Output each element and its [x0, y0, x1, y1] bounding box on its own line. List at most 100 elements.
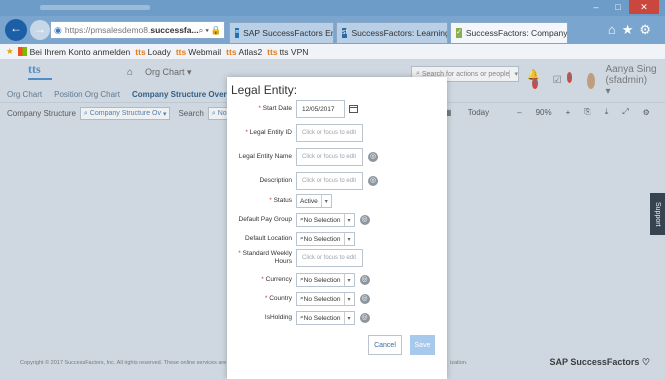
- chevron-down-icon: ▾: [347, 217, 351, 224]
- cancel-button[interactable]: Cancel: [368, 335, 402, 355]
- legal-entity-name-field[interactable]: Click or focus to edit: [296, 148, 363, 166]
- default-pay-group-select[interactable]: ⌕ No Selection ▾: [296, 213, 355, 227]
- row-standard-weekly-hours: * Standard Weekly Hours Click or focus t…: [227, 249, 363, 267]
- browser-toolbar: ← → ◉ https://pmsalesdemo8. successfa... …: [0, 16, 665, 44]
- chevron-down-icon: ▾: [347, 315, 351, 322]
- legal-entity-id-field[interactable]: Click or focus to edit: [296, 124, 363, 142]
- required-mark: *: [245, 129, 248, 136]
- favorites-star-icon[interactable]: ★: [6, 46, 14, 57]
- legal-entity-dialog: Legal Entity: * Start Date 12/05/2017 * …: [227, 77, 447, 379]
- back-button[interactable]: ←: [5, 19, 27, 41]
- value-text: No Selection: [303, 295, 341, 303]
- standard-weekly-hours-field[interactable]: Click or focus to edit: [296, 249, 363, 267]
- currency-label: * Currency: [227, 276, 296, 284]
- close-window-button[interactable]: ✕: [629, 0, 659, 14]
- legal-entity-name-label: Legal Entity Name: [238, 153, 292, 160]
- row-default-location: Default Location ⌕ No Selection ▾: [227, 232, 355, 246]
- value-text: No Selection: [303, 235, 341, 243]
- tab-learning[interactable]: sf SuccessFactors: Learning Conte...: [336, 22, 448, 43]
- favorite-tts-vpn[interactable]: tts VPN: [280, 47, 309, 57]
- row-start-date: * Start Date 12/05/2017: [227, 100, 358, 118]
- minimize-button[interactable]: –: [585, 0, 607, 14]
- add-icon[interactable]: ◎: [359, 215, 370, 225]
- tts-icon: tts: [175, 46, 187, 57]
- country-select[interactable]: ⌕ No Selection ▾: [296, 292, 355, 306]
- required-mark: *: [269, 197, 272, 204]
- address-tools[interactable]: ⌕▾🔒↻: [199, 25, 224, 36]
- translation-icon[interactable]: ◎: [368, 176, 378, 186]
- select-value: ⌕ No Selection: [297, 312, 345, 324]
- row-legal-entity-id: * Legal Entity ID Click or focus to edit: [227, 124, 363, 142]
- required-mark: *: [258, 105, 261, 112]
- isholding-label: IsHolding: [264, 314, 292, 321]
- label-text: Start Date: [262, 105, 292, 112]
- description-label: Description: [259, 177, 292, 184]
- translation-icon[interactable]: ◎: [368, 152, 378, 162]
- favorite-loady[interactable]: Loady: [148, 47, 171, 57]
- site-icon: ◉: [54, 24, 62, 35]
- row-country: * Country ⌕ No Selection ▾ ◎: [227, 292, 370, 306]
- home-icon[interactable]: ⌂: [608, 22, 622, 37]
- favorites-star-icon[interactable]: ★: [622, 22, 640, 37]
- isholding-select[interactable]: ⌕ No Selection ▾: [296, 311, 355, 325]
- url-prefix: https://pmsalesdemo8.: [64, 25, 151, 35]
- address-bar[interactable]: ◉ https://pmsalesdemo8.successfa... ⌕▾🔒↻: [50, 21, 225, 39]
- save-button[interactable]: Save: [410, 335, 435, 355]
- row-status: * Status Active ▾: [227, 194, 332, 208]
- favorite-atlas2[interactable]: Atlas2: [239, 47, 263, 57]
- add-icon[interactable]: ◎: [359, 313, 370, 323]
- standard-weekly-hours-label: * Standard Weekly Hours: [227, 250, 296, 266]
- row-default-pay-group: Default Pay Group ⌕ No Selection ▾ ◎: [227, 213, 370, 227]
- favorite-konto[interactable]: Bei Ihrem Konto anmelden: [30, 47, 131, 57]
- value-text: No Selection: [303, 314, 341, 322]
- url-host: successfa...: [150, 25, 199, 35]
- status-label: * Status: [227, 197, 296, 205]
- row-legal-entity-name: Legal Entity Name Click or focus to edit…: [227, 148, 378, 166]
- favorite-webmail[interactable]: Webmail: [188, 47, 221, 57]
- start-date-field[interactable]: 12/05/2017: [296, 100, 345, 118]
- required-mark: *: [261, 276, 264, 283]
- select-value: ⌕ No Selection: [297, 214, 345, 226]
- row-isholding: IsHolding ⌕ No Selection ▾ ◎: [227, 311, 370, 325]
- favorites-bar: ★ Bei Ihrem Konto anmelden tts Loady tts W…: [0, 44, 665, 60]
- label-text: Status: [273, 197, 292, 204]
- microsoft-logo-icon: [17, 47, 27, 56]
- tts-icon: tts: [135, 46, 146, 57]
- tts-icon: tts: [267, 46, 278, 57]
- status-select[interactable]: Active ▾: [296, 194, 332, 208]
- start-date-label: * Start Date: [227, 105, 296, 113]
- country-label: * Country: [227, 295, 296, 303]
- forward-button[interactable]: →: [30, 20, 50, 40]
- label-text: Currency: [265, 276, 292, 283]
- label-text: Country: [269, 295, 292, 302]
- currency-select[interactable]: ⌕ No Selection ▾: [296, 273, 355, 287]
- value-text: No Selection: [303, 276, 341, 284]
- settings-gear-icon[interactable]: ⚙: [639, 22, 657, 37]
- select-value: ⌕ No Selection: [297, 233, 345, 245]
- dialog-title: Legal Entity:: [231, 83, 298, 97]
- tab-label: SuccessFactors: Learning Conte...: [351, 28, 448, 38]
- browser-icons: ⌂★⚙: [608, 22, 657, 38]
- add-icon[interactable]: ◎: [359, 275, 370, 285]
- required-mark: *: [264, 295, 268, 302]
- chevron-down-icon: ▾: [347, 296, 351, 303]
- add-icon[interactable]: ◎: [359, 294, 370, 304]
- calendar-icon[interactable]: [349, 105, 358, 113]
- chevron-down-icon: ▾: [324, 198, 328, 205]
- tab-company-structure[interactable]: ✓ SuccessFactors: Company St... ✕: [450, 22, 568, 43]
- default-location-label: Default Location: [245, 235, 292, 242]
- tab-employee[interactable]: ≡ SAP SuccessFactors Employee ...: [229, 22, 334, 43]
- default-location-select[interactable]: ⌕ No Selection ▾: [296, 232, 355, 246]
- chevron-down-icon: ▾: [347, 277, 351, 284]
- required-mark: *: [238, 250, 241, 257]
- description-field[interactable]: Click or focus to edit: [296, 172, 363, 190]
- status-value: Active: [297, 195, 322, 207]
- select-value: ⌕ No Selection: [297, 293, 345, 305]
- window-titlebar: – □ ✕: [0, 0, 665, 16]
- window-controls: – □ ✕: [585, 0, 659, 14]
- legal-entity-id-label: * Legal Entity ID: [227, 129, 296, 137]
- maximize-button[interactable]: □: [607, 0, 629, 14]
- sap-tab-icon: ≡: [235, 28, 240, 38]
- value-text: No Selection: [303, 216, 341, 224]
- row-description: Description Click or focus to edit ◎: [227, 172, 378, 190]
